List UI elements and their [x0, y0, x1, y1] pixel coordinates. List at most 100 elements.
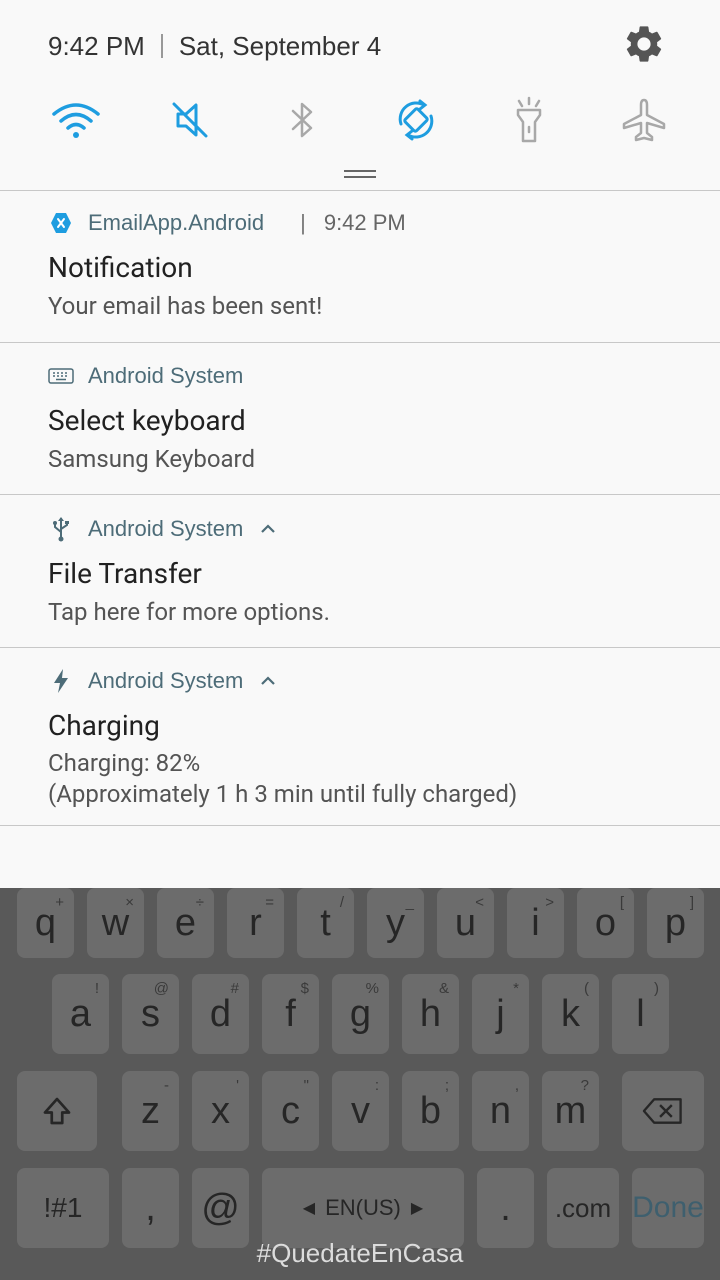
key-b[interactable]: ; b [402, 1071, 459, 1151]
key-g[interactable]: % g [332, 974, 389, 1054]
notification-text: Your email has been sent! [48, 292, 323, 320]
qs-airplane[interactable] [618, 92, 670, 148]
qs-wifi[interactable] [50, 92, 102, 148]
divider [0, 825, 720, 826]
key-c[interactable]: " c [262, 1071, 319, 1151]
comma-key[interactable]: , [122, 1168, 179, 1248]
notification-select-keyboard[interactable]: Android System Select keyboard Samsung K… [0, 360, 720, 495]
key-secondary: ( [584, 980, 589, 997]
key-k[interactable]: (k [542, 974, 599, 1054]
key-secondary: ' [236, 1077, 239, 1094]
key-label: i [531, 902, 540, 944]
key-m[interactable]: ? m [542, 1071, 599, 1151]
symbols-key[interactable]: !#1 [17, 1168, 109, 1248]
notification-title: Select keyboard [48, 404, 246, 437]
lightning-icon [48, 668, 74, 694]
key-label: b [419, 1090, 442, 1132]
at-key[interactable]: @ [192, 1168, 249, 1248]
key-label: Done [632, 1191, 704, 1224]
key-e[interactable]: ÷ e [157, 888, 214, 958]
key-secondary: " [303, 1077, 309, 1094]
qs-auto-rotate[interactable] [390, 92, 442, 148]
key-secondary: - [164, 1077, 169, 1094]
key-secondary: ) [654, 980, 659, 997]
gear-icon [626, 26, 662, 62]
airplane-icon [622, 98, 666, 142]
key-d[interactable]: # d [192, 974, 249, 1054]
backspace-key[interactable] [622, 1071, 704, 1151]
key-j[interactable]: * j [472, 974, 529, 1054]
key-p[interactable]: ] p [647, 888, 704, 958]
panel-drag-handle[interactable] [344, 170, 376, 178]
status-date[interactable]: Sat, September 4 [179, 31, 381, 62]
qs-mute[interactable] [164, 92, 216, 148]
key-f[interactable]: $ f [262, 974, 319, 1054]
key-label: @ [201, 1187, 240, 1229]
key-r[interactable]: = r [227, 888, 284, 958]
key-label: a [69, 993, 92, 1035]
key-label: l [636, 993, 645, 1035]
key-secondary: , [514, 1077, 519, 1094]
key-y[interactable]: _ y [367, 888, 424, 958]
key-label: z [141, 1090, 160, 1132]
xamarin-icon [48, 210, 74, 236]
key-label: g [349, 993, 372, 1035]
key-a[interactable]: ! a [52, 974, 109, 1054]
done-key[interactable]: Done [632, 1168, 704, 1248]
qs-flashlight[interactable] [503, 92, 555, 148]
notification-file-transfer[interactable]: Android System File Transfer Tap here fo… [0, 513, 720, 648]
notification-header: Android System [48, 360, 243, 392]
key-secondary: ! [94, 980, 99, 997]
key-x[interactable]: ' x [192, 1071, 249, 1151]
key-secondary: ; [444, 1077, 449, 1094]
period-key[interactable]: . [477, 1168, 534, 1248]
key-v[interactable]: :v [332, 1071, 389, 1151]
notification-time: 9:42 PM [323, 210, 406, 235]
divider [0, 494, 720, 495]
key-label: y [386, 902, 405, 944]
key-label: k [561, 993, 580, 1035]
key-h[interactable]: & h [402, 974, 459, 1054]
status-separator [160, 34, 163, 58]
key-label: h [419, 993, 442, 1035]
notification-email[interactable]: EmailApp.Android | 9:42 PM Notification … [0, 207, 720, 342]
key-label: f [285, 993, 296, 1035]
key-n[interactable]: ,n [472, 1071, 529, 1151]
key-u[interactable]: < u [437, 888, 494, 958]
key-label: . [500, 1187, 511, 1229]
dotcom-key[interactable]: .com [547, 1168, 619, 1248]
qs-bluetooth[interactable] [276, 92, 328, 148]
chevron-up-icon[interactable] [259, 672, 277, 690]
key-w[interactable]: × w [87, 888, 144, 958]
key-label: d [209, 993, 232, 1035]
key-t[interactable]: / t [297, 888, 354, 958]
settings-button[interactable] [622, 22, 666, 66]
notification-panel: 9:42 PM Sat, September 4 EmailApp.Androi… [0, 0, 720, 888]
key-label: , [145, 1187, 156, 1229]
space-key[interactable]: ◀ EN(US) ▶ [262, 1168, 464, 1248]
key-secondary: $ [300, 980, 309, 997]
divider [0, 342, 720, 343]
key-secondary: < [475, 894, 484, 911]
chevron-up-icon[interactable] [259, 520, 277, 538]
shift-key[interactable] [17, 1071, 97, 1151]
notification-text: Tap here for more options. [48, 598, 330, 626]
backspace-icon [642, 1098, 682, 1124]
key-label: .com [554, 1193, 612, 1223]
quick-settings-row [0, 92, 720, 152]
notification-header: Android System [48, 513, 277, 545]
notification-app-name: Android System [88, 363, 244, 388]
notification-charging[interactable]: Android System Charging Charging: 82% (A… [0, 665, 720, 825]
key-s[interactable]: @ s [122, 974, 179, 1054]
key-secondary: × [125, 894, 134, 911]
key-z[interactable]: -z [122, 1071, 179, 1151]
key-secondary: & [438, 980, 449, 997]
key-secondary: _ [405, 894, 414, 911]
header-separator: | [300, 210, 306, 235]
key-l[interactable]: ) l [612, 974, 669, 1054]
key-q[interactable]: + q [17, 888, 74, 958]
key-secondary: # [230, 980, 239, 997]
key-o[interactable]: [o [577, 888, 634, 958]
notification-title: Notification [48, 251, 193, 284]
key-i[interactable]: > i [507, 888, 564, 958]
